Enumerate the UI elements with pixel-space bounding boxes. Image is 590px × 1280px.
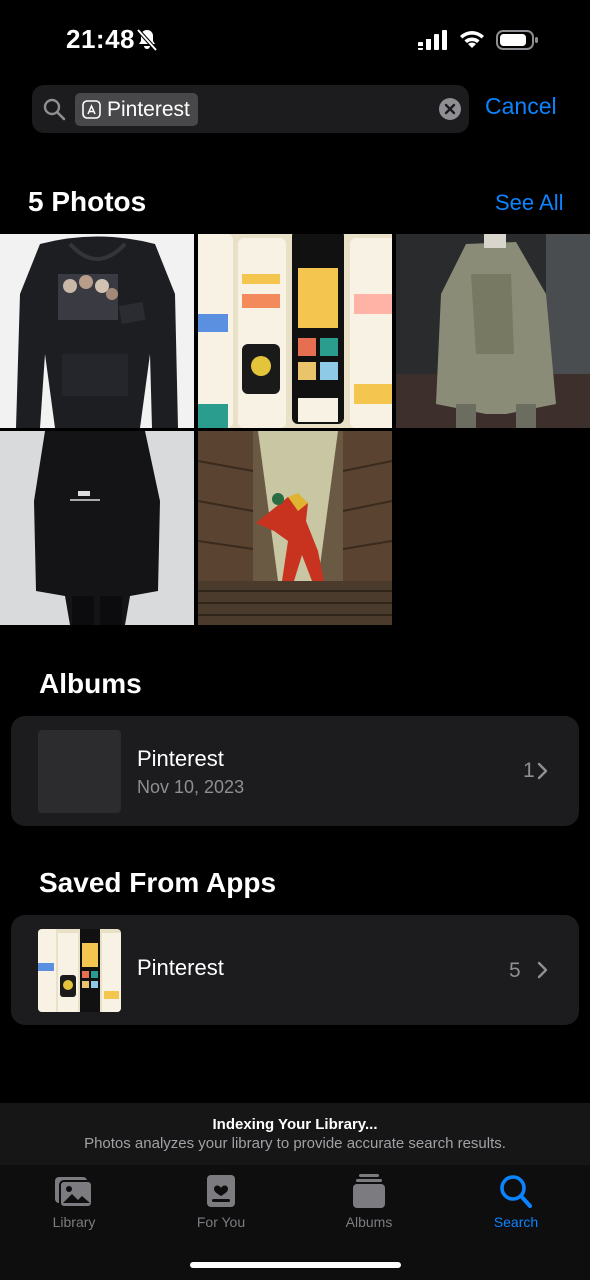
app-store-icon <box>82 100 101 119</box>
saved-app-count: 5 <box>509 959 521 982</box>
tab-label: Search <box>493 1214 539 1230</box>
album-thumbnail <box>38 730 121 813</box>
album-date: Nov 10, 2023 <box>137 777 245 797</box>
albums-section-title: Albums <box>39 668 142 699</box>
magnifier-icon <box>43 98 66 121</box>
photo-thumbnail[interactable] <box>0 431 194 625</box>
photo-thumbnail[interactable] <box>0 234 194 428</box>
search-token[interactable]: Pinterest <box>75 93 198 126</box>
runway-photo-image <box>396 234 590 428</box>
for-you-icon <box>207 1175 235 1207</box>
black-jacket-photo-image <box>0 431 194 625</box>
status-bar: 21:48 <box>0 0 590 80</box>
album-count: 1 <box>523 759 535 782</box>
status-time: 21:48 <box>66 24 135 54</box>
saved-section-title: Saved From Apps <box>39 867 277 898</box>
chevron-right-icon <box>537 762 548 780</box>
hoodie-photo-image <box>0 234 194 428</box>
tab-label: Albums <box>345 1214 393 1230</box>
photo-thumbnail[interactable] <box>198 431 392 625</box>
photos-section-title: 5 Photos <box>28 186 147 217</box>
cancel-button[interactable]: Cancel <box>485 93 557 120</box>
photos-icon <box>55 1177 93 1208</box>
see-all-button[interactable]: See All <box>495 190 564 216</box>
cellular-signal-icon <box>418 30 447 50</box>
tab-label: For You <box>196 1214 246 1230</box>
tab-albums[interactable]: Albums <box>314 1173 424 1237</box>
home-indicator[interactable] <box>190 1262 401 1268</box>
album-name: Pinterest <box>137 746 224 771</box>
saved-app-thumbnail <box>38 929 121 1012</box>
tab-for-you[interactable]: For You <box>166 1173 276 1237</box>
saved-app-row[interactable]: Pinterest 5 <box>11 915 579 1025</box>
photo-thumbnail[interactable] <box>396 234 590 428</box>
bell-slash-icon <box>136 28 158 52</box>
tab-label: Library <box>52 1214 96 1230</box>
indexing-title: Indexing Your Library... <box>212 1116 378 1133</box>
indexing-subtitle: Photos analyzes your library to provide … <box>84 1135 506 1152</box>
app-screens-photo-image <box>198 234 392 428</box>
search-field[interactable]: Pinterest <box>32 85 469 133</box>
album-row[interactable]: Pinterest Nov 10, 2023 1 <box>11 716 579 826</box>
search-icon <box>500 1175 532 1208</box>
tab-search[interactable]: Search <box>461 1173 571 1237</box>
chevron-right-icon <box>537 961 548 979</box>
stairs-photo-image <box>198 431 392 625</box>
battery-icon <box>496 30 538 50</box>
saved-app-name: Pinterest <box>137 955 224 980</box>
photo-thumbnail[interactable] <box>198 234 392 428</box>
search-token-label: Pinterest <box>107 97 190 121</box>
tab-library[interactable]: Library <box>19 1173 129 1237</box>
indexing-banner: Indexing Your Library... Photos analyzes… <box>0 1103 590 1165</box>
clear-icon[interactable] <box>438 97 462 121</box>
albums-icon <box>353 1174 385 1208</box>
wifi-icon <box>460 31 484 48</box>
